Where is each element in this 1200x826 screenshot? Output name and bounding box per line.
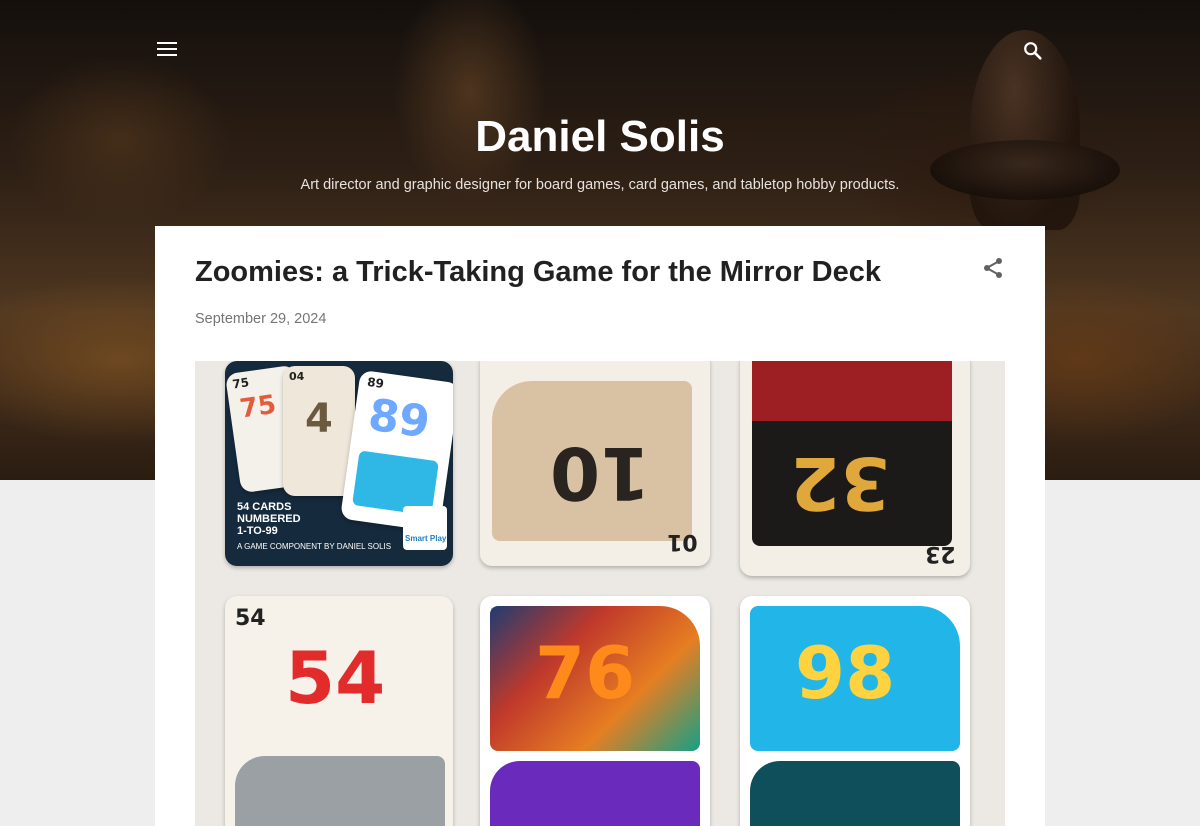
search-icon[interactable]: [1022, 40, 1044, 62]
card-04: 04 4: [283, 366, 355, 496]
game-box: 75 75 04 4 89 89 54 CARDS NUMBERED 1-TO-…: [225, 361, 453, 566]
box-cards-text: 54 CARDS: [237, 501, 292, 513]
card-corner-number: 89: [366, 374, 385, 392]
box-range-text: 1-TO-99: [237, 525, 278, 537]
blog-title[interactable]: Daniel Solis: [0, 112, 1200, 162]
card-big-number: 32: [790, 441, 891, 525]
card-big-number: 89: [365, 389, 433, 449]
card-54: 54 54: [225, 596, 453, 826]
hamburger-menu-icon[interactable]: [156, 38, 178, 60]
card-big-number: 10: [550, 431, 651, 515]
card-big-number: 76: [535, 631, 636, 715]
post-date: September 29, 2024: [195, 311, 327, 327]
post-card: Zoomies: a Trick-Taking Game for the Mir…: [155, 226, 1045, 826]
card-corner-number: 75: [231, 375, 250, 392]
card-corner-number: 04: [289, 370, 305, 383]
card-10: 10 01: [480, 361, 710, 566]
card-big-number: 75: [237, 389, 278, 425]
blog-description: Art director and graphic designer for bo…: [300, 177, 900, 193]
share-icon[interactable]: [981, 256, 1005, 280]
card-corner-number: 01: [667, 529, 698, 554]
card-big-number: 98: [795, 631, 896, 715]
card-76: 76 76: [480, 596, 710, 826]
box-logo: Smart Play: [403, 506, 447, 550]
card-big-number: 4: [305, 396, 333, 442]
card-23: 32 23: [740, 361, 970, 576]
card-98: 98 98: [740, 596, 970, 826]
box-credit-text: A GAME COMPONENT BY DANIEL SOLIS: [237, 542, 392, 551]
card-big-number: 54: [285, 636, 386, 720]
post-image[interactable]: 75 75 04 4 89 89 54 CARDS NUMBERED 1-TO-…: [195, 361, 1005, 826]
card-corner-number: 54: [235, 606, 266, 631]
box-logo-text: Smart Play: [405, 534, 447, 543]
card-corner-number: 23: [925, 541, 956, 566]
box-numbered-text: NUMBERED: [237, 513, 301, 525]
post-title[interactable]: Zoomies: a Trick-Taking Game for the Mir…: [195, 256, 881, 289]
